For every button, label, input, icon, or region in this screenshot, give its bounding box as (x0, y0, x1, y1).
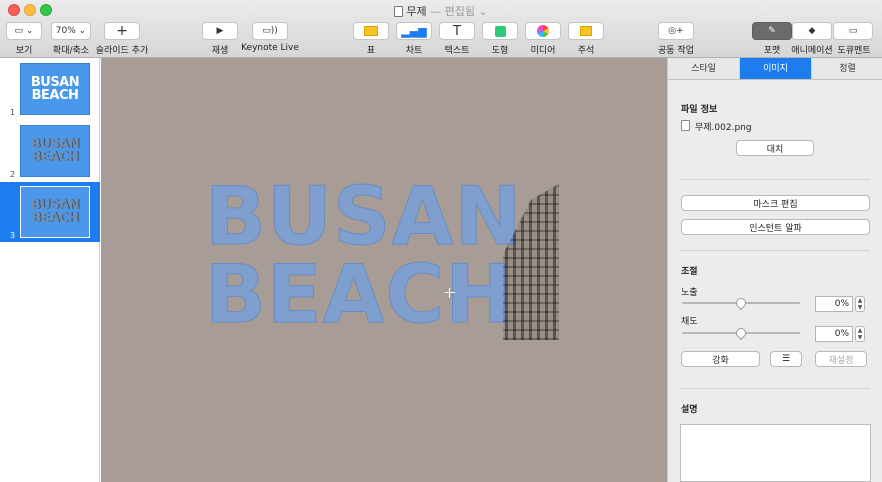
crosshair-cursor-icon (445, 288, 455, 298)
add-slide-button[interactable]: + (104, 22, 140, 40)
image-file-icon (681, 120, 690, 131)
file-name: 무제.002.png (695, 123, 752, 133)
text-button[interactable]: T (439, 22, 475, 40)
animate-icon: ◆ (808, 26, 816, 36)
zoom-select[interactable]: 70% ⌄ (51, 22, 91, 40)
format-label: 포맷 (763, 46, 781, 56)
sliders-icon: ☰ (781, 354, 791, 364)
tab-arrange[interactable]: 정렬 (812, 58, 882, 79)
chart-icon: ▂▄▆ (401, 24, 427, 38)
exposure-slider-knob[interactable] (733, 295, 749, 311)
photos-icon (537, 25, 549, 37)
adjust-heading: 조절 (681, 267, 698, 277)
reset-button[interactable]: 재설정 (815, 351, 867, 367)
shape-label: 도형 (491, 46, 509, 56)
collaborate-button[interactable]: ◎+ (658, 22, 694, 40)
view-button[interactable]: ▭ ⌄ (6, 22, 42, 40)
shape-icon (494, 25, 506, 37)
description-heading: 설명 (681, 405, 698, 415)
divider (680, 388, 870, 389)
window-title: 무제 — 편집됨 ⌄ (0, 3, 882, 19)
comment-button[interactable] (568, 22, 604, 40)
slide-preview: BUSAN BEACH (20, 63, 90, 115)
toolbar: 무제 — 편집됨 ⌄ ▭ ⌄ 보기 70% ⌄ 확대/축소 + 슬라이드 추가 … (0, 0, 882, 58)
exposure-label: 노출 (681, 288, 698, 298)
document-icon (394, 6, 404, 17)
keynote-live-label: Keynote Live (241, 43, 299, 53)
collaborate-icon: ◎+ (668, 26, 684, 36)
exposure-stepper[interactable]: ▲ ▼ (855, 296, 865, 312)
slide-thumbnail-1[interactable]: BUSAN BEACH 1 (0, 59, 100, 119)
inspector-tabs: 스타일 이미지 정렬 (668, 58, 882, 80)
document-button[interactable]: ▭ (833, 22, 873, 40)
keynote-live-button[interactable]: ▭)) (252, 22, 288, 40)
paintbrush-icon: ✎ (768, 26, 776, 36)
animate-label: 애니메이션 (791, 46, 833, 56)
slide-number: 2 (10, 170, 16, 179)
animate-button[interactable]: ◆ (792, 22, 832, 40)
comment-label: 주석 (577, 46, 595, 56)
slide-thumbnail-2[interactable]: BUSAN BEACH 2 (0, 121, 100, 181)
description-textarea[interactable] (680, 424, 871, 482)
tab-style[interactable]: 스타일 (668, 58, 740, 79)
shape-button[interactable] (482, 22, 518, 40)
add-slide-label: 슬라이드 추가 (95, 46, 149, 56)
slide-preview: BUSAN BEACH (20, 125, 90, 177)
saturation-slider[interactable] (682, 325, 800, 341)
media-button[interactable] (525, 22, 561, 40)
instant-alpha-button[interactable]: 인스턴트 알파 (681, 219, 870, 235)
slide-preview: BUSAN BEACH (20, 186, 90, 238)
play-label: 재생 (211, 46, 229, 56)
slide-number: 3 (10, 231, 16, 240)
masked-image-text[interactable]: BUSAN BEACH (204, 176, 522, 335)
saturation-field[interactable]: 0% (815, 326, 853, 342)
document-panel-icon: ▭ (848, 26, 858, 36)
keynote-window: 무제 — 편집됨 ⌄ ▭ ⌄ 보기 70% ⌄ 확대/축소 + 슬라이드 추가 … (0, 0, 882, 482)
view-label: 보기 (15, 46, 33, 56)
exposure-slider[interactable] (682, 295, 800, 311)
edited-status[interactable]: — 편집됨 ⌄ (430, 5, 488, 18)
table-label: 표 (366, 46, 376, 56)
chart-button[interactable]: ▂▄▆ (396, 22, 432, 40)
play-button[interactable]: ▶ (202, 22, 238, 40)
plus-icon: + (116, 23, 128, 39)
collaborate-label: 공동 작업 (658, 46, 694, 56)
text-icon: T (453, 23, 461, 39)
divider (680, 179, 870, 180)
divider (680, 250, 870, 251)
sidebar-view-icon: ▭ ⌄ (14, 26, 34, 36)
keynote-live-icon: ▭)) (262, 26, 278, 36)
media-label: 미디어 (530, 46, 556, 56)
slide-thumbnail-3[interactable]: BUSAN BEACH 3 (0, 182, 100, 242)
zoom-label: 확대/축소 (52, 46, 90, 56)
text-label: 텍스트 (444, 46, 470, 56)
enhance-button[interactable]: 강화 (681, 351, 760, 367)
replace-button[interactable]: 대치 (736, 140, 814, 156)
play-icon: ▶ (216, 26, 224, 36)
saturation-slider-knob[interactable] (733, 325, 749, 341)
table-icon (364, 26, 378, 36)
format-button[interactable]: ✎ (752, 22, 792, 40)
saturation-label: 채도 (681, 317, 698, 327)
format-inspector: 스타일 이미지 정렬 파일 정보 무제.002.png 대치 마스크 편집 인스… (667, 58, 882, 482)
comment-icon (580, 26, 592, 36)
table-button[interactable] (353, 22, 389, 40)
tab-image[interactable]: 이미지 (740, 58, 812, 79)
slide-number: 1 (10, 108, 16, 117)
slide-navigator: BUSAN BEACH 1 BUSAN BEACH 2 BUSAN BEACH 3 (0, 58, 100, 482)
levels-button[interactable]: ☰ (770, 351, 802, 367)
saturation-stepper[interactable]: ▲ ▼ (855, 326, 865, 342)
exposure-field[interactable]: 0% (815, 296, 853, 312)
edit-mask-button[interactable]: 마스크 편집 (681, 195, 870, 211)
chart-label: 차트 (405, 46, 423, 56)
document-label: 도큐멘트 (837, 46, 871, 56)
file-info-heading: 파일 정보 (681, 105, 718, 115)
